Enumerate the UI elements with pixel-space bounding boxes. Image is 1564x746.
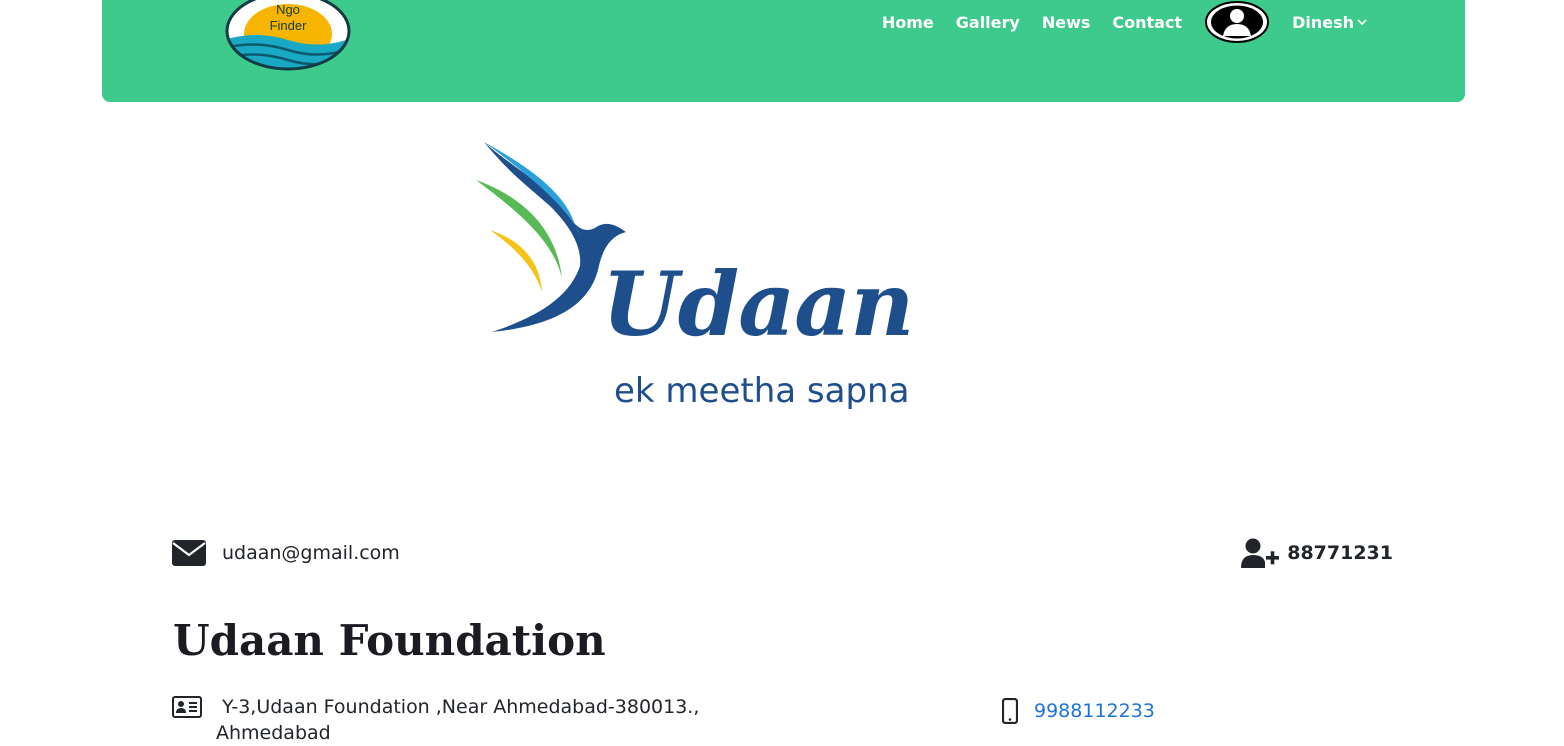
top-navbar: Ngo Finder Home Gallery News Contact Din… [102,0,1465,102]
address-card-icon [172,696,202,718]
nav-gallery[interactable]: Gallery [956,13,1020,32]
nav-news[interactable]: News [1042,13,1091,32]
svg-text:Ngo: Ngo [276,2,300,17]
phone-link[interactable]: 9988112233 [1034,700,1155,722]
chevron-down-icon [1357,19,1367,26]
site-logo[interactable]: Ngo Finder [224,0,352,72]
envelope-icon [172,540,206,566]
registration-number: 88771231 [1287,542,1393,564]
email-info: udaan@gmail.com [172,540,400,566]
logo-tagline: ek meetha sapna [614,371,910,411]
phone-info: 9988112233 [1002,698,1155,724]
logo-word: Udaan [602,252,914,356]
main-nav: Home Gallery News Contact Dinesh [860,0,1367,44]
registration-info: 88771231 [1241,538,1393,568]
user-avatar-icon[interactable] [1204,0,1270,44]
page-title: Udaan Foundation [173,616,606,665]
nav-contact[interactable]: Contact [1112,13,1182,32]
nav-home[interactable]: Home [882,13,934,32]
mobile-phone-icon [1002,698,1018,724]
address-info: Y-3,Udaan Foundation ,Near Ahmedabad-380… [172,694,732,746]
svg-text:Finder: Finder [270,18,308,33]
email-text: udaan@gmail.com [222,542,400,564]
address-text: Y-3,Udaan Foundation ,Near Ahmedabad-380… [216,696,700,744]
user-name: Dinesh [1292,12,1354,32]
user-plus-icon [1241,538,1280,568]
user-menu-dropdown[interactable]: Dinesh [1292,13,1367,32]
ngo-logo: Udaan ek meetha sapna [470,136,960,426]
